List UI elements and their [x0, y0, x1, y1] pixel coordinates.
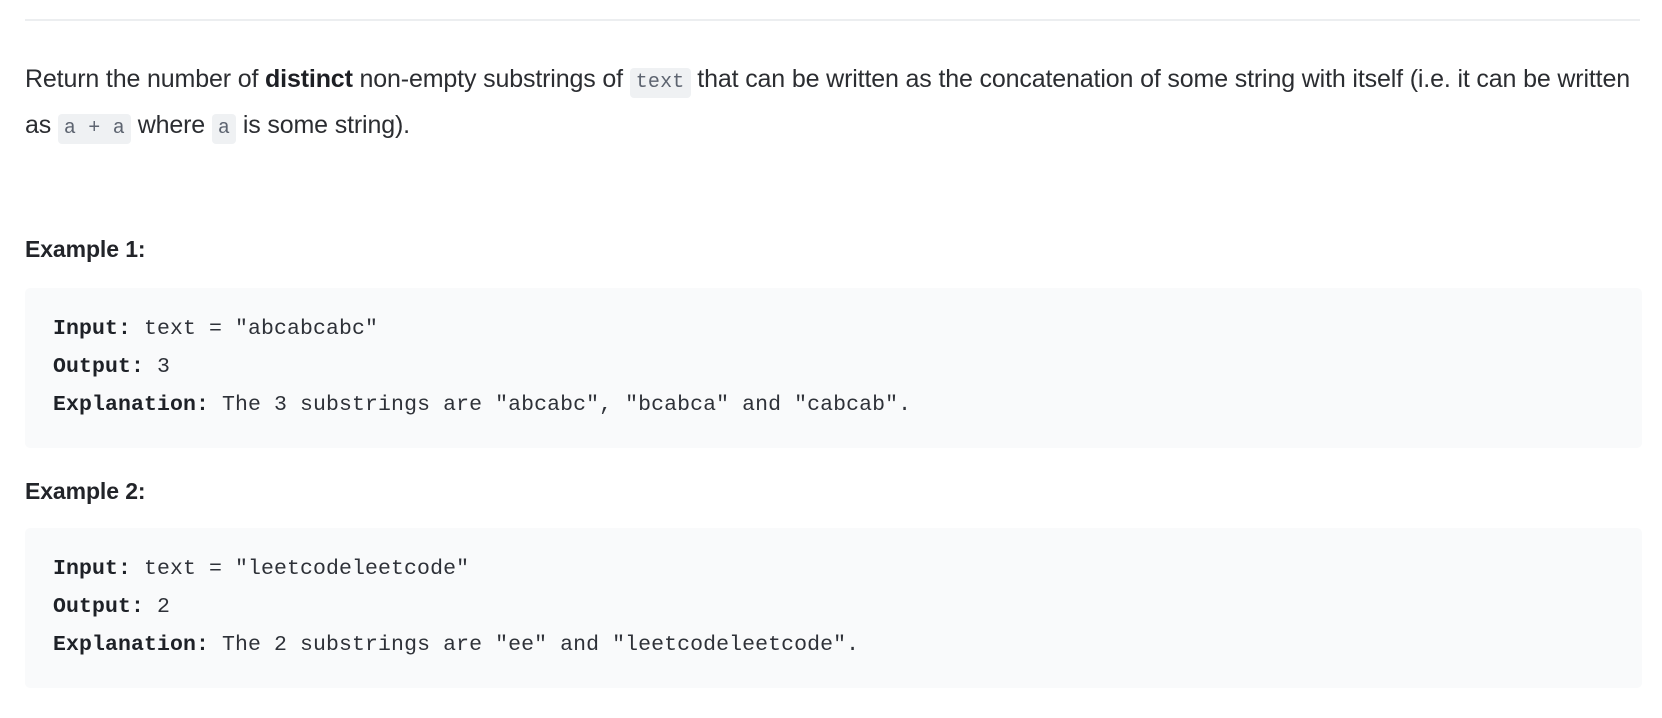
statement-text-part-5: is some string).: [236, 111, 410, 139]
problem-statement: Return the number of distinct non-empty …: [25, 58, 1630, 150]
inline-code-text: text: [629, 68, 691, 98]
input-label: Input:: [53, 317, 132, 341]
explanation-label: Explanation:: [53, 633, 210, 657]
problem-description-panel: Return the number of distinct non-empty …: [0, 0, 1662, 718]
output-value: 3: [144, 355, 171, 379]
explanation-value: The 3 substrings are "abcabc", "bcabca" …: [209, 393, 912, 417]
example-2-output-line: Output: 2: [53, 588, 1614, 626]
example-2-explanation-line: Explanation: The 2 substrings are "ee" a…: [53, 626, 1614, 664]
example-2-input-line: Input: text = "leetcodeleetcode": [53, 550, 1614, 588]
inline-code-a: a: [211, 114, 237, 144]
input-value: text = "leetcodeleetcode": [131, 557, 470, 581]
output-label: Output:: [53, 595, 145, 619]
explanation-label: Explanation:: [53, 393, 210, 417]
explanation-value: The 2 substrings are "ee" and "leetcodel…: [209, 633, 860, 657]
example-1-title: Example 1:: [25, 236, 146, 262]
statement-emphasis-distinct: distinct: [265, 65, 353, 93]
statement-text-part-1: Return the number of: [25, 65, 266, 93]
output-value: 2: [144, 595, 171, 619]
top-divider: [25, 19, 1640, 21]
input-value: text = "abcabcabc": [131, 317, 379, 341]
inline-code-a-plus-a: a + a: [57, 114, 131, 144]
example-1-explanation-line: Explanation: The 3 substrings are "abcab…: [53, 386, 1614, 424]
input-label: Input:: [53, 557, 132, 581]
example-1-output-line: Output: 3: [53, 348, 1614, 386]
statement-text-part-2: non-empty substrings of: [352, 65, 630, 93]
statement-text-part-4: where: [130, 111, 212, 139]
example-1-code-block: Input: text = "abcabcabc" Output: 3 Explan…: [25, 288, 1642, 448]
example-2-title: Example 2:: [25, 478, 146, 504]
example-2-code-block: Input: text = "leetcodeleetcode" Output: …: [25, 528, 1642, 688]
output-label: Output:: [53, 355, 145, 379]
example-1-input-line: Input: text = "abcabcabc": [53, 310, 1614, 348]
